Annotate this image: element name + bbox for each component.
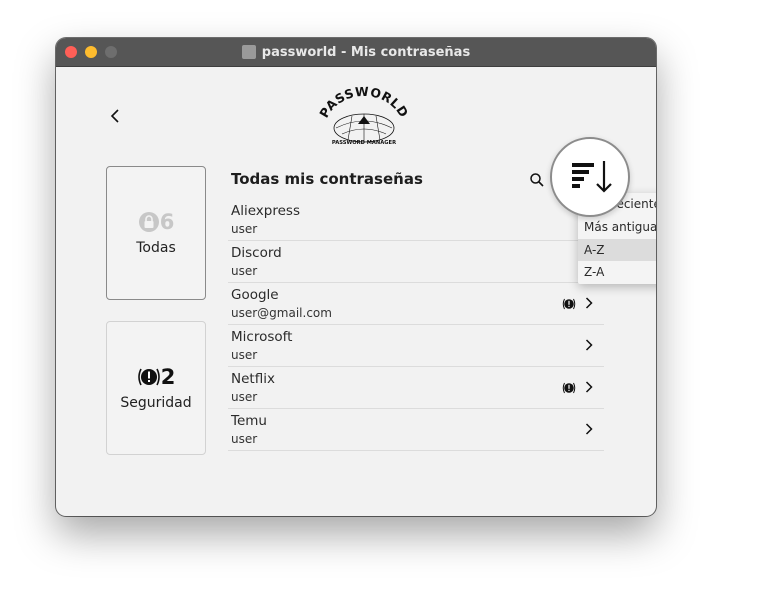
app-icon [241,45,256,59]
password-user: user [231,222,258,236]
chevron-right-icon [585,423,593,435]
search-icon [530,173,544,187]
password-row[interactable]: Temu user [228,409,604,451]
sort-option[interactable]: Más antigua a más reciente [578,216,656,239]
title-bar: passworld - Mis contraseñas [56,38,656,67]
password-name: Temu [231,413,267,429]
passworld-logo: PASSWORLD PASSWORD MANAGER [314,84,414,146]
warning-icon [562,298,576,310]
password-user: user [231,264,258,278]
chevron-right-icon [585,339,593,351]
password-name: Microsoft [231,329,293,345]
chevron-right-icon [585,381,593,393]
window-title: passworld - Mis contraseñas [261,44,471,60]
password-name: Google [231,287,279,303]
back-button[interactable] [108,108,124,124]
chevron-right-icon [585,297,593,309]
warning-icon [562,382,576,394]
password-row[interactable]: Aliexpress user [228,199,604,241]
password-list: Aliexpress user Discord user Google user@gmai… [228,199,604,451]
password-name: Discord [231,245,282,261]
password-user: user [231,390,258,404]
sort-button[interactable] [550,137,630,217]
password-name: Netflix [231,371,275,387]
sort-option[interactable]: A-Z [578,238,656,262]
password-name: Aliexpress [231,203,300,219]
chevron-left-icon [110,109,119,123]
warning-icon [137,368,160,386]
svg-text:PASSWORD MANAGER: PASSWORD MANAGER [332,140,396,146]
todas-count: 6 [159,210,175,234]
password-row[interactable]: Discord user [228,241,604,283]
card-seguridad[interactable]: 2 Seguridad [106,321,206,455]
password-row[interactable]: Netflix user [228,367,604,409]
password-row[interactable]: Microsoft user [228,325,604,367]
password-user: user [231,432,258,446]
sort-option[interactable]: Z-A [578,261,656,284]
password-user: user@gmail.com [231,306,332,320]
password-user: user [231,348,258,362]
todas-label: Todas [136,240,176,256]
password-row[interactable]: Google user@gmail.com [228,283,604,325]
seguridad-label: Seguridad [120,395,192,411]
sort-descending-icon [572,161,612,193]
app-window: passworld - Mis contraseñas PASSWORLD PA… [56,38,656,516]
list-title: Todas mis contraseñas [231,170,423,188]
search-button[interactable] [529,172,545,188]
seguridad-count: 2 [160,365,176,389]
card-todas[interactable]: 6 Todas [106,166,206,300]
lock-icon [138,212,159,232]
